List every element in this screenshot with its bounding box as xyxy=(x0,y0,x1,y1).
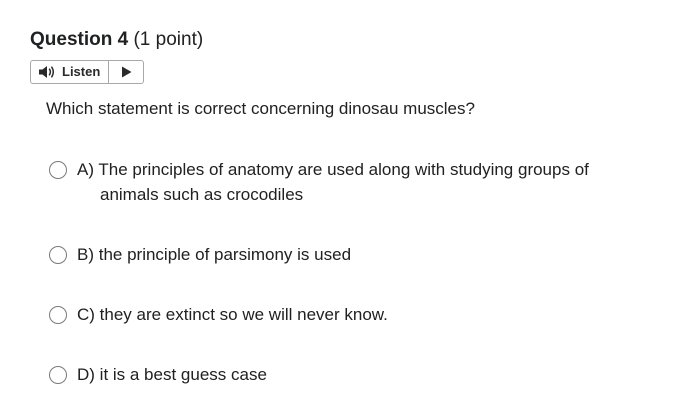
answer-option-a[interactable]: A) The principles of anatomy are used al… xyxy=(49,159,637,207)
listen-label: Listen xyxy=(62,64,101,79)
option-label-b: B) the principle of parsimony is used xyxy=(77,245,352,264)
play-icon xyxy=(121,66,132,78)
read-aloud-toolbar: Listen xyxy=(30,60,144,84)
speaker-icon xyxy=(39,66,55,78)
listen-button[interactable]: Listen xyxy=(31,61,110,83)
question-text: Which statement is correct concerning di… xyxy=(46,99,475,118)
option-label-a: A) The principles of anatomy are used al… xyxy=(77,157,637,207)
option-label-c: C) they are extinct so we will never kno… xyxy=(77,305,388,324)
option-label-a-line-1: A) The principles of anatomy are used al… xyxy=(77,160,589,179)
play-button[interactable] xyxy=(109,61,143,83)
answer-option-d[interactable]: D) it is a best guess case xyxy=(49,364,637,387)
option-label-d: D) it is a best guess case xyxy=(77,365,267,384)
question-title: Question 4 xyxy=(30,29,129,50)
question-points: (1 point) xyxy=(133,29,204,50)
radio-button-a[interactable] xyxy=(49,161,67,179)
answer-option-b[interactable]: B) the principle of parsimony is used xyxy=(49,244,637,267)
radio-button-b[interactable] xyxy=(49,246,67,264)
option-label-a-line-2: animals such as crocodiles xyxy=(100,185,304,204)
question-heading: Question 4 (1 point) xyxy=(30,28,203,52)
radio-button-c[interactable] xyxy=(49,306,67,324)
answer-option-c[interactable]: C) they are extinct so we will never kno… xyxy=(49,304,637,327)
radio-button-d[interactable] xyxy=(49,366,67,384)
